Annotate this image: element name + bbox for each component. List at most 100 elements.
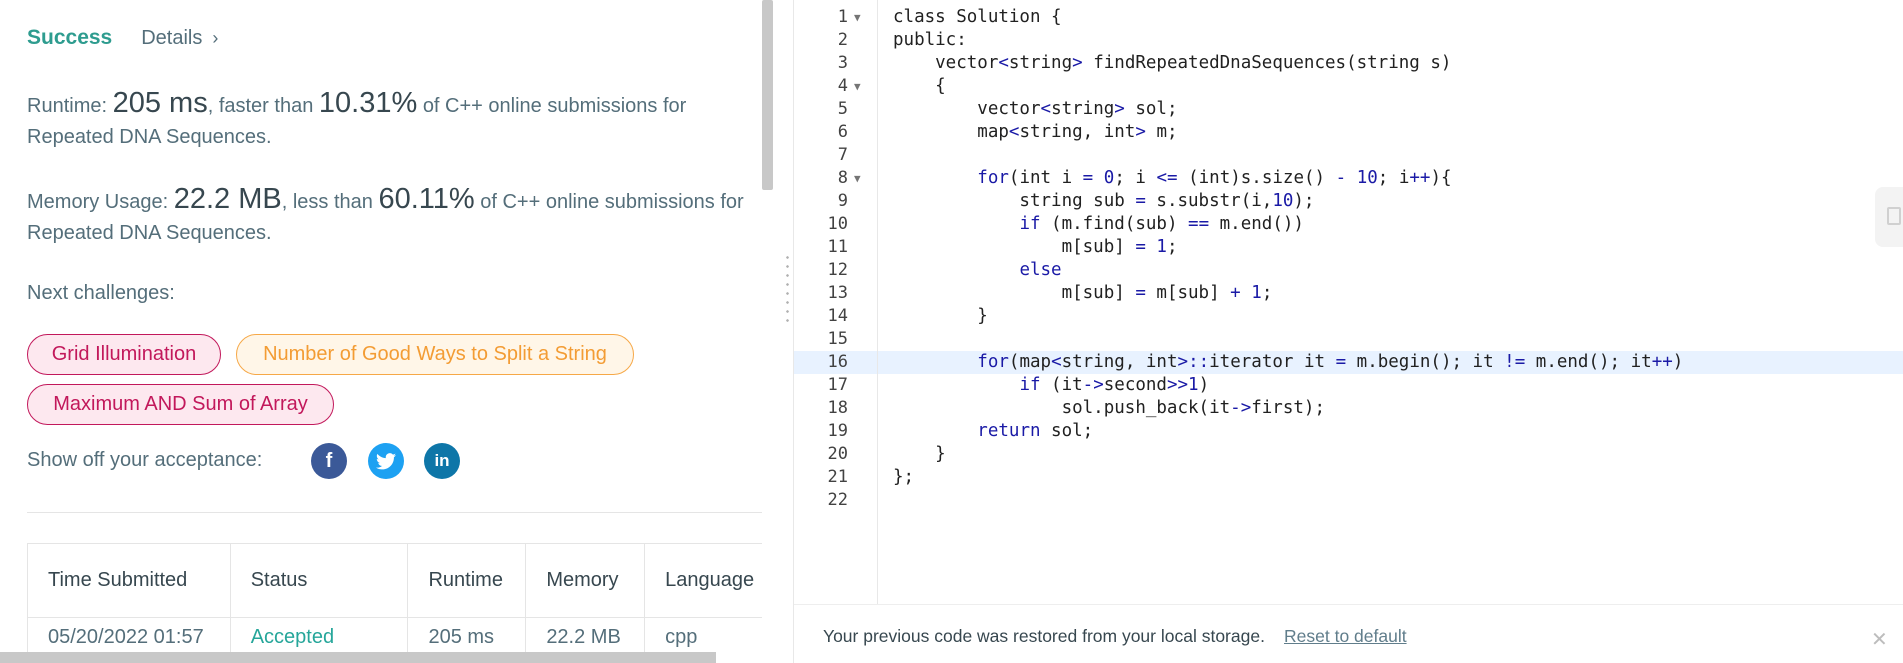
line-number: 9 [837, 191, 848, 211]
code-text: for(int i = 0; i <= (int)s.size() - 10; … [977, 168, 1452, 188]
gutter-border [877, 0, 878, 604]
code-line[interactable]: 15 [794, 328, 1903, 351]
panel-divider[interactable] [775, 0, 793, 663]
line-number: 22 [827, 490, 848, 510]
memory-problem: Repeated DNA Sequences. [27, 222, 272, 244]
memory-suffix: of C++ online submissions for [480, 191, 744, 213]
resize-grip-icon[interactable] [786, 253, 789, 323]
clipboard-icon [1887, 207, 1901, 225]
line-number: 20 [827, 444, 848, 464]
line-number: 4 [837, 76, 848, 96]
runtime-comparison: , faster than [207, 95, 314, 117]
close-icon[interactable]: ✕ [1871, 627, 1888, 652]
code-line[interactable]: 22 [794, 489, 1903, 512]
fold-toggle-icon[interactable]: ▼ [854, 167, 861, 190]
code-line[interactable]: 18 sol.push_back(it->first); [794, 397, 1903, 420]
code-line[interactable]: 9 string sub = s.substr(i,10); [794, 190, 1903, 213]
chevron-right-icon: › [212, 28, 219, 48]
code-line[interactable]: 10 if (m.find(sub) == m.end()) [794, 213, 1903, 236]
runtime-stat: Runtime: 205 ms, faster than 10.31% of C… [27, 88, 762, 153]
code-text: { [893, 76, 946, 96]
code-text: m[sub] = 1; [893, 237, 1178, 257]
challenge-maximum-and-sum[interactable]: Maximum AND Sum of Array [27, 384, 334, 425]
code-text: return sol; [977, 421, 1094, 441]
side-panel-tab[interactable] [1875, 187, 1903, 247]
col-language[interactable]: Language [645, 544, 762, 617]
line-number: 18 [827, 398, 848, 418]
line-number: 5 [837, 99, 848, 119]
submissions-table: Time Submitted Status Runtime Memory Lan… [27, 543, 762, 663]
memory-comparison: , less than [281, 191, 373, 213]
code-text: class Solution { [893, 7, 1062, 27]
memory-stat: Memory Usage: 22.2 MB, less than 60.11% … [27, 184, 762, 249]
code-text: if (it->second>>1) [1019, 375, 1210, 395]
reset-to-default-link[interactable]: Reset to default [1284, 626, 1407, 647]
code-line[interactable]: 21}; [794, 466, 1903, 489]
result-header: Success Details › [27, 26, 218, 50]
code-line[interactable]: 7 [794, 144, 1903, 167]
code-line[interactable]: 13 m[sub] = m[sub] + 1; [794, 282, 1903, 305]
left-horizontal-scrollbar[interactable] [0, 652, 716, 663]
runtime-value: 205 ms [112, 87, 208, 119]
line-number: 7 [837, 145, 848, 165]
code-text: sol.push_back(it->first); [893, 398, 1325, 418]
fold-toggle-icon[interactable]: ▼ [854, 75, 861, 98]
left-vertical-scrollbar[interactable] [762, 0, 773, 190]
line-number: 14 [827, 306, 848, 326]
code-text: } [893, 306, 988, 326]
runtime-suffix: of C++ online submissions for [422, 95, 687, 117]
code-line[interactable]: 11 m[sub] = 1; [794, 236, 1903, 259]
line-number: 13 [827, 283, 848, 303]
code-text: for(map<string, int>::iterator it = m.be… [977, 352, 1684, 372]
status-success: Success [27, 26, 113, 49]
code-line[interactable]: 8 ▼ for(int i = 0; i <= (int)s.size() - 1… [794, 167, 1903, 190]
twitter-bird-icon [376, 452, 396, 469]
line-number: 15 [827, 329, 848, 349]
code-line[interactable]: 3 vector<string> findRepeatedDnaSequence… [794, 52, 1903, 75]
code-line[interactable]: 17 if (it->second>>1) [794, 374, 1903, 397]
line-number: 21 [827, 467, 848, 487]
details-link[interactable]: Details › [141, 27, 218, 50]
linkedin-icon[interactable]: in [424, 443, 460, 479]
code-editor[interactable]: 1 ▼ class Solution {2 public: 3 vector<strin… [794, 0, 1903, 604]
code-line[interactable]: 2 public: [794, 29, 1903, 52]
twitter-icon[interactable] [368, 443, 404, 479]
code-text: }; [893, 467, 915, 487]
table-header: Time Submitted Status Runtime Memory Lan… [28, 544, 762, 618]
line-number: 12 [827, 260, 848, 280]
app-root: Success Details › Runtime: 205 ms, faste… [0, 0, 1903, 663]
code-line[interactable]: 20 } [794, 443, 1903, 466]
code-line[interactable]: 16 for(map<string, int>::iterator it = m… [794, 351, 1903, 374]
code-line[interactable]: 5 vector<string> sol; [794, 98, 1903, 121]
code-line[interactable]: 12 else [794, 259, 1903, 282]
line-number: 17 [827, 375, 848, 395]
code-line[interactable]: 6 map<string, int> m; [794, 121, 1903, 144]
line-number: 2 [837, 30, 848, 50]
line-number: 3 [837, 53, 848, 73]
col-status[interactable]: Status [231, 544, 409, 617]
col-runtime[interactable]: Runtime [408, 544, 527, 617]
divider [27, 512, 762, 513]
memory-value: 22.2 MB [173, 183, 282, 215]
code-line[interactable]: 14 } [794, 305, 1903, 328]
restore-message: Your previous code was restored from you… [823, 626, 1265, 646]
memory-label: Memory Usage: [27, 191, 169, 213]
submission-result-panel: Success Details › Runtime: 205 ms, faste… [0, 0, 762, 663]
code-text: public: [893, 30, 967, 50]
code-line[interactable]: 19 return sol; [794, 420, 1903, 443]
line-number: 16 [827, 352, 848, 372]
code-text: m[sub] = m[sub] + 1; [893, 283, 1273, 303]
code-line[interactable]: 1 ▼ class Solution { [794, 6, 1903, 29]
code-text: vector<string> sol; [893, 99, 1178, 119]
restore-notice-bar: Your previous code was restored from you… [794, 604, 1903, 663]
col-time-submitted[interactable]: Time Submitted [28, 544, 231, 617]
fold-toggle-icon[interactable]: ▼ [854, 6, 861, 29]
code-text: if (m.find(sub) == m.end()) [1019, 214, 1304, 234]
facebook-icon[interactable]: f [311, 443, 347, 479]
code-line[interactable]: 4 ▼ { [794, 75, 1903, 98]
line-number: 6 [837, 122, 848, 142]
line-number: 19 [827, 421, 848, 441]
challenge-number-of-good-ways[interactable]: Number of Good Ways to Split a String [236, 334, 634, 375]
col-memory[interactable]: Memory [526, 544, 646, 617]
challenge-grid-illumination[interactable]: Grid Illumination [27, 334, 221, 375]
